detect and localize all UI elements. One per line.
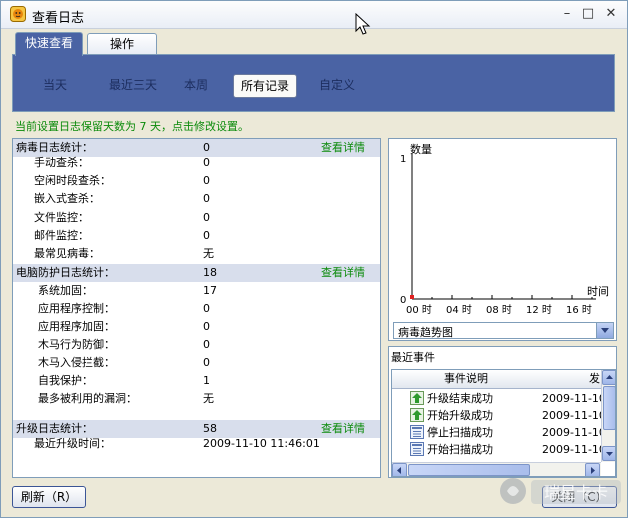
filter-bar: 当天 最近三天 本周 所有记录 自定义 [12,54,615,112]
event-description: 开始扫描成功 [427,443,493,456]
scan-log-icon [410,442,424,456]
stat-row: 最多被利用的漏洞：无 [38,392,214,405]
x-tick-label: 04 时 [446,304,472,316]
title-bar[interactable]: 查看日志 – □ ✕ [1,1,627,29]
y-axis-label: 数量 [410,143,432,156]
mouse-cursor-icon [355,13,371,35]
event-row[interactable]: 升级结束成功 2009-11-10 [392,390,606,407]
tab-quick-view[interactable]: 快速查看 [15,32,83,56]
events-title: 最近事件 [391,351,435,364]
upgrade-arrow-icon [410,391,424,405]
retention-notice-link[interactable]: 当前设置日志保留天数为 7 天，点击修改设置。 [15,118,249,134]
svg-text:瑞星卡卡: 瑞星卡卡 [544,483,608,502]
window-title: 查看日志 [32,11,85,26]
log-viewer-window: 查看日志 – □ ✕ 快速查看 操作 当天 最近三天 本周 所有记录 自定义 当… [0,0,628,518]
app-lion-icon [10,6,26,22]
chevron-up-icon [606,375,613,379]
stat-row: 系统加固： 17 [38,284,217,297]
trend-chart: 数量时间0100 时 04 时 08 时 12 时 16 时 [400,143,609,316]
tab-operations[interactable]: 操作 [87,33,157,55]
event-row[interactable]: 开始升级成功 2009-11-10 [392,407,606,424]
stat-row: 最常见病毒：无 [34,247,214,260]
minimize-icon[interactable]: – [558,5,576,23]
event-row[interactable]: 开始扫描成功 2009-11-10 [392,441,606,458]
dropdown-button[interactable] [596,323,613,338]
scroll-thumb[interactable] [603,386,615,430]
stat-row: 邮件监控： 0 [34,229,210,242]
scroll-down-button[interactable] [602,446,615,461]
stats-panel: 病毒日志统计： 0 查看详情 手动查杀： 0 空闲时段查杀： 0 嵌入式查杀： 0 文… [12,138,381,478]
stat-row: 自我保护： 1 [38,374,210,387]
x-tick-label: 00 时 [406,304,432,316]
vertical-scrollbar[interactable] [601,370,615,462]
chart-type-select[interactable]: 病毒趋势图 [393,322,614,339]
stat-row: 最近升级时间： 2009-11-10 11:46:01 [34,437,320,450]
stat-row: 应用程序控制： 0 [38,302,210,315]
filter-all-records[interactable]: 所有记录 [233,74,297,98]
stat-row: 嵌入式查杀： 0 [34,192,210,205]
column-header-description[interactable]: 事件说明 [392,370,540,389]
stat-row: 空闲时段查杀： 0 [34,174,210,187]
events-table[interactable]: 事件说明 发 升级结束成功 2009-11-10 开始升级成功 2009-11-10 停… [391,369,616,477]
trend-chart-panel: 数量 时间 0 1 00 时 04 时 08 时 12 时 16 时 病毒趋势图 [388,138,617,341]
chevron-down-icon [601,328,609,333]
stat-row: 木马入侵拦截： 0 [38,356,210,369]
stat-row: 木马行为防御： 0 [38,338,210,351]
event-time: 2009-11-10 [542,426,606,439]
event-description: 升级结束成功 [427,392,493,405]
filter-custom[interactable]: 自定义 [309,74,365,98]
filter-last-three-days[interactable]: 最近三天 [95,74,171,98]
scroll-up-button[interactable] [602,370,615,385]
protect-stats-header: 电脑防护日志统计： 18 查看详情 [13,264,380,282]
watermark-logo: 瑞星卡卡 [500,478,621,504]
chart-type-value: 病毒趋势图 [398,326,453,339]
column-header-time[interactable]: 发 [540,370,602,389]
event-time: 2009-11-10 [542,443,606,456]
scroll-left-button[interactable] [392,463,407,476]
event-time: 2009-11-10 [542,392,606,405]
event-time: 2009-11-10 [542,409,606,422]
stat-row: 手动查杀： 0 [34,156,210,169]
section-value: 18 [203,266,217,279]
x-tick-label: 08 时 [486,304,512,316]
x-axis-label: 时间 [587,285,609,298]
stat-row: 文件监控： 0 [34,211,210,224]
maximize-icon[interactable]: □ [579,5,597,23]
refresh-button[interactable]: 刷新（R） [12,486,86,508]
protect-details-link[interactable]: 查看详情 [321,264,365,282]
data-point [410,295,414,299]
event-row[interactable]: 停止扫描成功 2009-11-10 [392,424,606,441]
filter-today[interactable]: 当天 [33,74,77,98]
y-tick-label: 1 [400,154,406,165]
upgrade-arrow-icon [410,408,424,422]
chevron-down-icon [606,452,613,456]
recent-events-panel: 最近事件 事件说明 发 升级结束成功 2009-11-10 开始升级成功 2009-1… [388,346,617,478]
scan-log-icon [410,425,424,439]
stat-row: 应用程序加固： 0 [38,320,210,333]
x-tick-label: 12 时 [526,304,552,316]
event-description: 停止扫描成功 [427,426,493,439]
x-tick-label: 16 时 [566,304,592,316]
event-description: 开始升级成功 [427,409,493,422]
chevron-left-icon [397,467,401,474]
filter-this-week[interactable]: 本周 [173,74,219,98]
section-title: 电脑防护日志统计： [16,266,115,279]
close-icon[interactable]: ✕ [602,5,620,23]
